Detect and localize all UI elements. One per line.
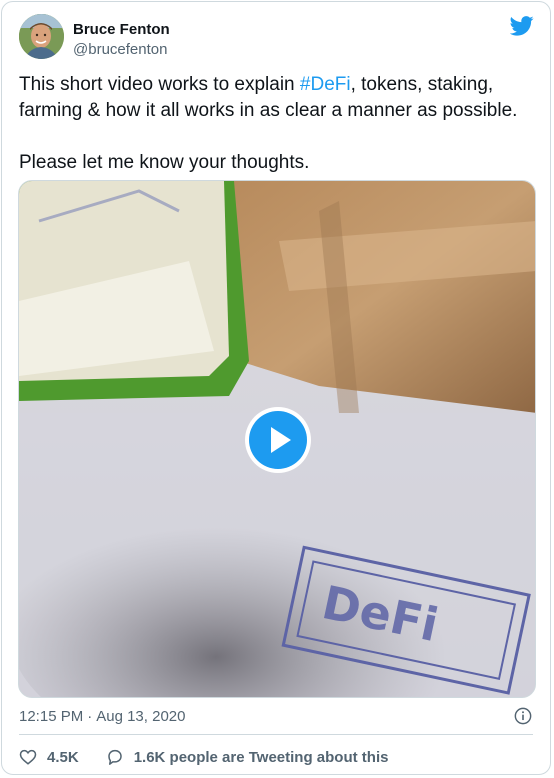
conversation-link[interactable]: 1.6K people are Tweeting about this (106, 748, 389, 766)
hashtag-link[interactable]: #DeFi (300, 74, 351, 95)
like-button[interactable]: 4.5K (19, 748, 79, 766)
video-player[interactable]: DeFi (18, 180, 536, 698)
info-icon[interactable] (514, 707, 532, 725)
tweet-paragraph-1: This short video works to explain #DeFi,… (19, 72, 539, 124)
reply-bubble-icon (107, 749, 122, 765)
twitter-logo-icon[interactable] (510, 15, 534, 37)
tweet-timestamp[interactable]: 12:15 PM · Aug 13, 2020 (19, 708, 185, 726)
tweet-card: Bruce Fenton @brucefenton This short vid… (1, 1, 551, 775)
tweet-date: Aug 13, 2020 (96, 708, 186, 725)
tweet-actions: 4.5K 1.6K people are Tweeting about this (19, 747, 388, 767)
heart-icon (19, 749, 37, 765)
author-name[interactable]: Bruce Fenton (73, 21, 170, 39)
tweet-text-part-1: This short video works to explain (19, 74, 300, 95)
conversation-text: 1.6K people are Tweeting about this (133, 748, 389, 766)
avatar[interactable] (19, 14, 64, 59)
play-icon (271, 427, 291, 453)
tweet-paragraph-2: Please let me know your thoughts. (19, 152, 310, 173)
play-button-circle (249, 411, 307, 469)
divider (19, 734, 533, 735)
author-handle[interactable]: @brucefenton (73, 41, 167, 59)
avatar-photo-icon (19, 14, 64, 59)
tweet-text: This short video works to explain #DeFi,… (19, 72, 539, 176)
play-button[interactable] (245, 407, 311, 473)
timestamp-separator: · (87, 708, 93, 725)
like-count: 4.5K (47, 748, 79, 766)
tweet-time: 12:15 PM (19, 708, 84, 725)
